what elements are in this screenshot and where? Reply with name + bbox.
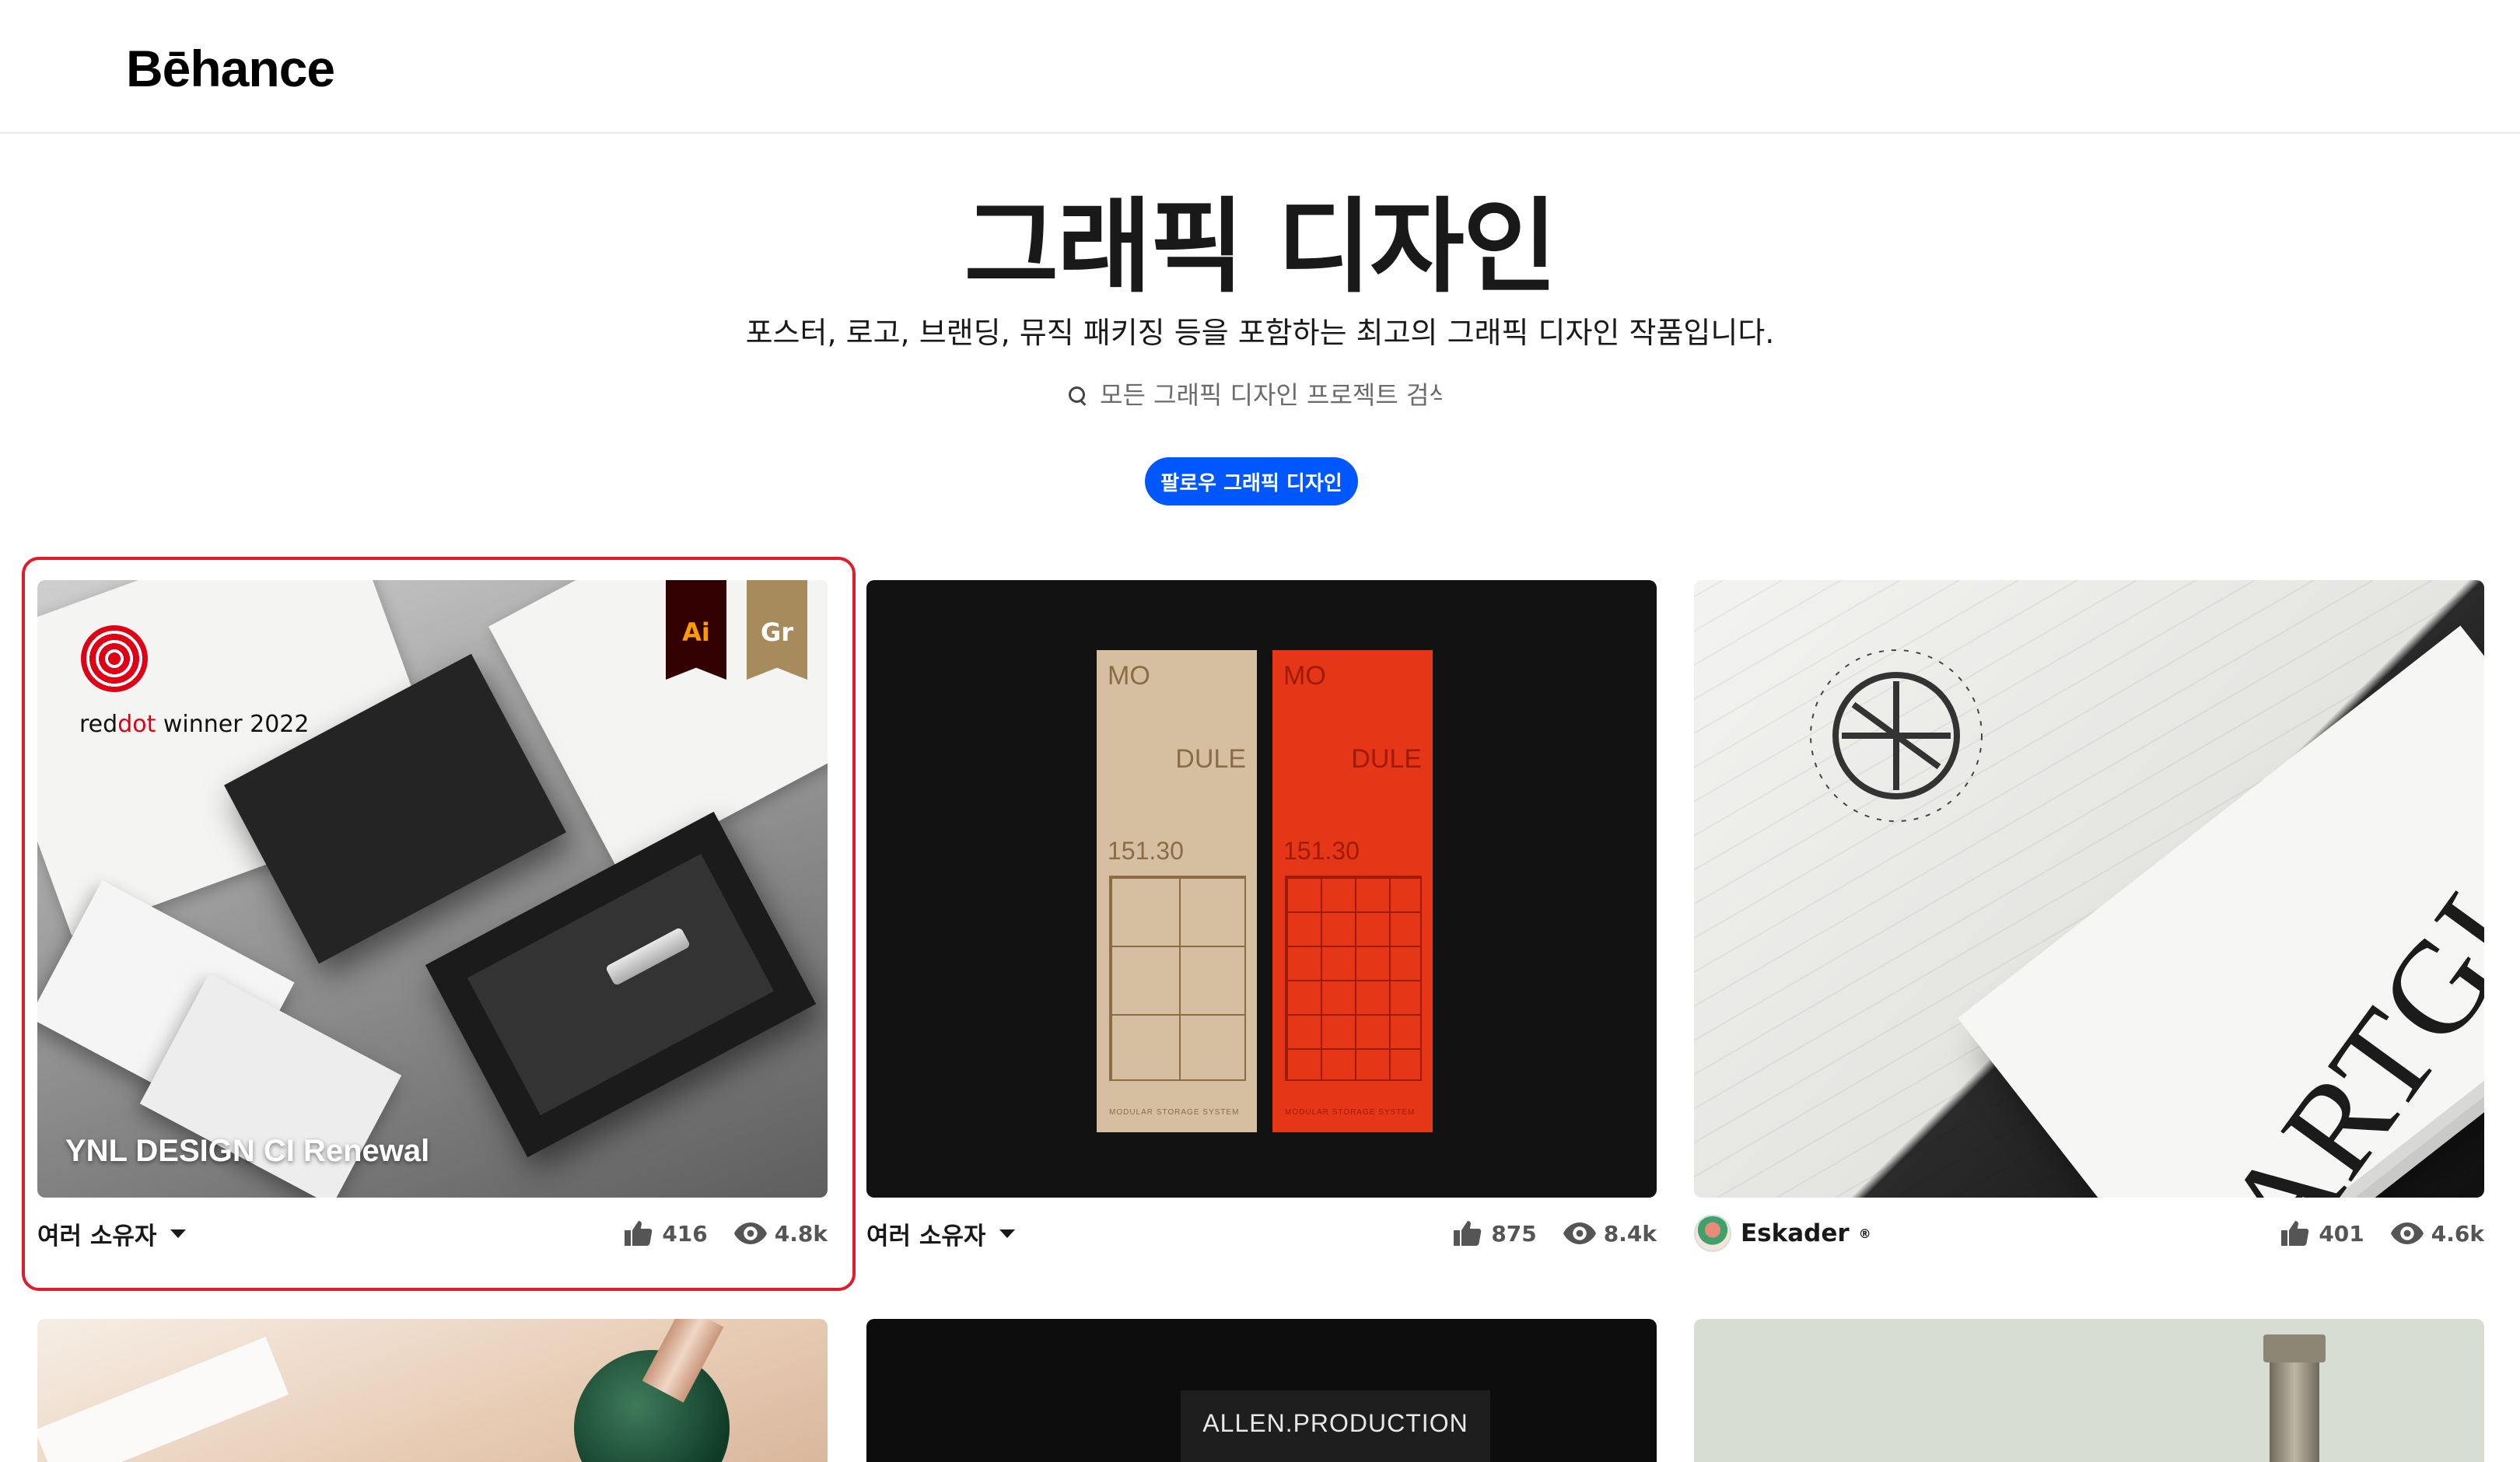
owner-link[interactable]: Eskader ® <box>1694 1215 1871 1252</box>
chevron-down-icon <box>999 1229 1016 1238</box>
page-title: 그래픽 디자인 <box>964 187 1558 307</box>
artwork-label: ALLEN.PRODUCTION <box>1181 1390 1490 1462</box>
page-subtitle: 포스터, 로고, 브랜딩, 뮤직 패키징 등을 포함하는 최고의 그래픽 디자인… <box>745 316 1775 350</box>
module-panel-beige: MO DULE 151.30 MODULAR STORAGE SYSTEM <box>1097 650 1257 1132</box>
owner-label: 여러 소유자 <box>866 1222 986 1250</box>
follow-button[interactable]: 팔로우 그래픽 디자인 <box>1145 457 1358 505</box>
project-stats: 416 4.8k <box>623 1219 828 1247</box>
owner-label: 여러 소유자 <box>37 1222 157 1250</box>
project-thumbnail[interactable]: MO DULE 151.30 MODULAR STORAGE SYSTEM MO… <box>866 580 1657 1198</box>
thumbs-up-icon <box>1454 1221 1482 1246</box>
pro-badge: ® <box>1858 1226 1871 1241</box>
panel-grid <box>1285 876 1422 1081</box>
project-thumbnail[interactable] <box>1694 1319 2484 1462</box>
view-count: 4.6k <box>2390 1220 2484 1247</box>
panel-text: MO <box>1108 661 1150 691</box>
views-value: 8.4k <box>1603 1220 1657 1247</box>
owner-label: Eskader <box>1741 1219 1850 1247</box>
likes-value: 416 <box>662 1220 708 1247</box>
artglas-emblem-icon <box>1810 649 1983 822</box>
project-meta: Eskader ® 401 4.6k <box>1694 1212 2484 1255</box>
owner-menu[interactable]: 여러 소유자 <box>37 1216 187 1251</box>
thumbs-up-icon <box>625 1221 653 1246</box>
award-highlight: dot <box>117 711 156 738</box>
likes-value: 875 <box>1491 1220 1537 1247</box>
eye-icon <box>2390 1222 2424 1244</box>
award-label: reddot winner 2022 <box>79 711 309 738</box>
project-title[interactable]: YNL DESIGN CI Renewal <box>65 1134 429 1169</box>
search-input[interactable] <box>1100 380 1442 410</box>
chevron-down-icon <box>170 1229 187 1238</box>
search-icon <box>1066 383 1089 407</box>
view-count: 4.8k <box>733 1220 828 1247</box>
project-thumbnail[interactable] <box>37 1319 828 1462</box>
cosmetic-tube <box>37 1336 289 1462</box>
panel-text: 151.30 <box>1283 837 1360 865</box>
reddot-logo-icon <box>81 625 148 692</box>
panel-caption: MODULAR STORAGE SYSTEM <box>1285 1108 1416 1117</box>
project-stats: 401 4.6k <box>2280 1219 2484 1247</box>
project-meta: 여러 소유자 875 8.4k <box>866 1212 1657 1255</box>
panel-text: DULE <box>1175 744 1246 774</box>
tool-badge-gr: Gr <box>747 580 807 680</box>
panel-text: 151.30 <box>1108 837 1184 865</box>
project-meta: 여러 소유자 416 4.8k <box>37 1212 828 1255</box>
views-value: 4.6k <box>2431 1220 2484 1247</box>
search-bar[interactable] <box>1066 373 1454 417</box>
project-stats: 875 8.4k <box>1452 1219 1657 1247</box>
avatar[interactable] <box>1694 1215 1731 1252</box>
award-suffix: winner 2022 <box>156 711 310 738</box>
view-count: 8.4k <box>1563 1221 1657 1247</box>
views-value: 4.8k <box>774 1220 828 1247</box>
panel-text: DULE <box>1351 744 1422 774</box>
eye-icon <box>733 1222 767 1244</box>
tool-badge-illustrator: Ai <box>666 580 726 680</box>
eye-icon <box>1563 1222 1596 1244</box>
module-panel-red: MO DULE 151.30 MODULAR STORAGE SYSTEM <box>1272 650 1433 1132</box>
owner-menu[interactable]: 여러 소유자 <box>866 1216 1016 1251</box>
panel-grid <box>1109 876 1246 1081</box>
top-bar: Bēhance <box>0 0 2520 134</box>
panel-caption: MODULAR STORAGE SYSTEM <box>1109 1108 1240 1117</box>
wine-bottle-neck <box>2263 1334 2326 1462</box>
like-count: 416 <box>623 1219 708 1247</box>
thumbs-up-icon <box>2281 1221 2309 1246</box>
project-thumbnail[interactable]: ALLEN.PRODUCTION <box>866 1319 1657 1462</box>
project-thumbnail[interactable]: reddot winner 2022 Ai Gr YNL DESIGN CI R… <box>37 580 828 1198</box>
panel-text: MO <box>1283 661 1326 691</box>
likes-value: 401 <box>2319 1220 2364 1247</box>
award-prefix: red <box>79 711 118 738</box>
like-count: 401 <box>2280 1219 2364 1247</box>
like-count: 875 <box>1452 1219 1537 1247</box>
project-thumbnail[interactable]: ARTGLAS <box>1694 580 2484 1198</box>
behance-logo[interactable]: Bēhance <box>126 39 335 98</box>
